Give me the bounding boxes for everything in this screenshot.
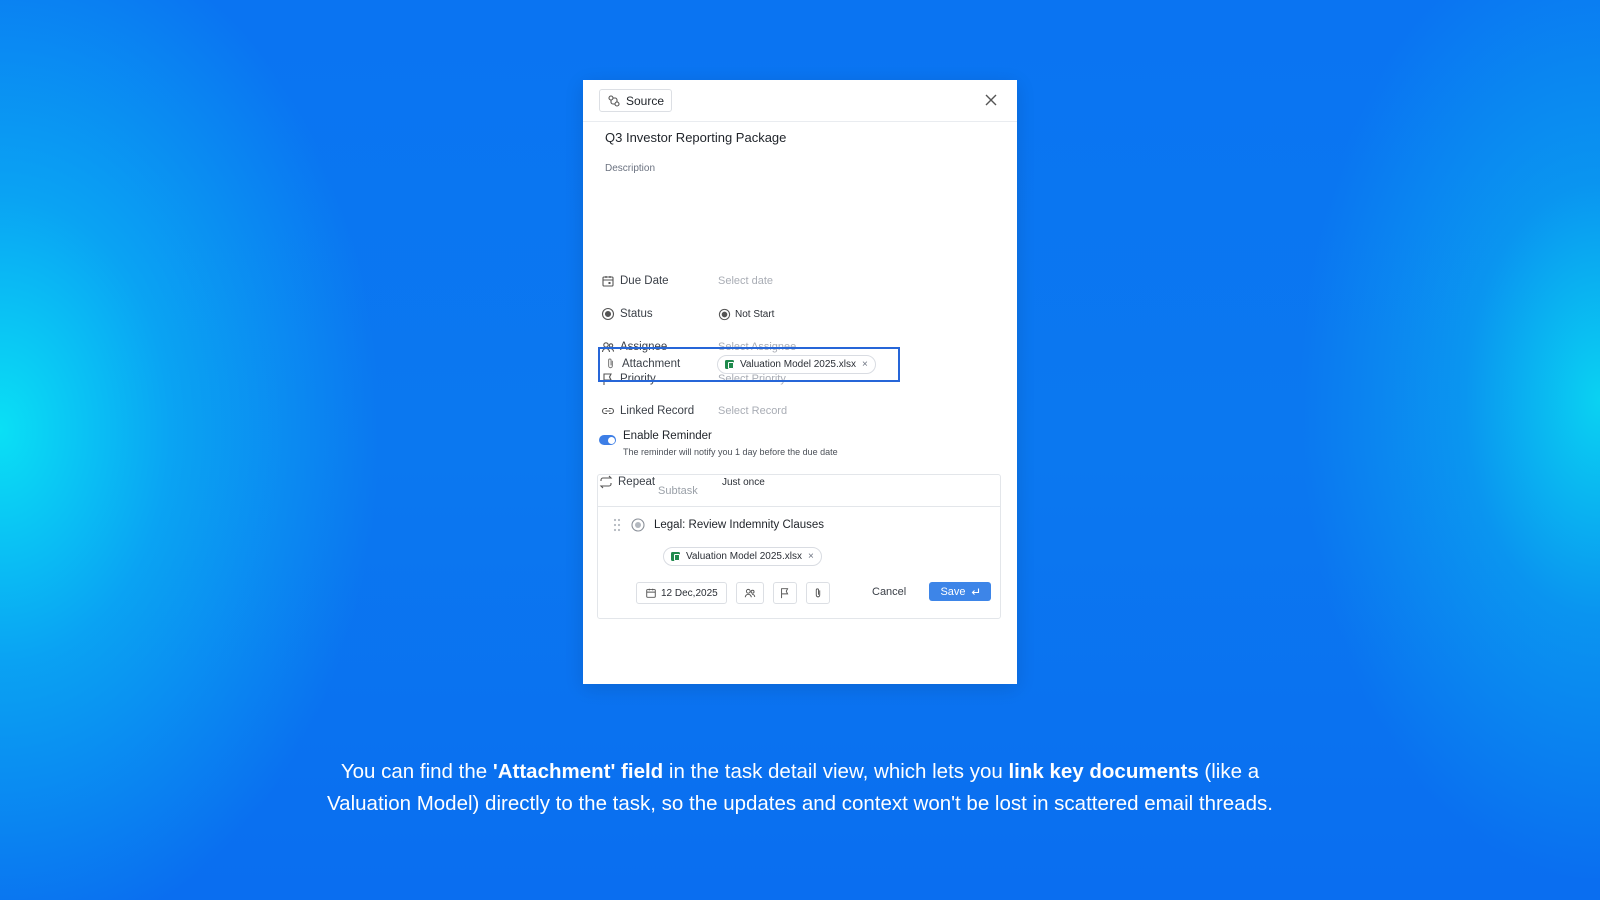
- remove-subtask-attachment-icon[interactable]: ×: [808, 551, 814, 562]
- source-icon: [608, 94, 620, 107]
- due-date-picker[interactable]: Select date: [718, 275, 773, 287]
- reminder-title: Enable Reminder: [623, 430, 712, 442]
- status-label: Status: [620, 308, 653, 320]
- status-value: Not Start: [735, 308, 775, 320]
- reminder-subtitle: The reminder will notify you 1 day befor…: [623, 447, 838, 457]
- subtask-file-chip[interactable]: Valuation Model 2025.xlsx ×: [663, 547, 822, 566]
- subtask-date: 12 Dec,2025: [661, 587, 718, 599]
- subtask-input[interactable]: Subtask: [658, 485, 698, 497]
- status-row: Status Not Start: [601, 303, 981, 325]
- subtask-text[interactable]: Legal: Review Indemnity Clauses: [654, 519, 824, 531]
- attachment-file-name: Valuation Model 2025.xlsx: [740, 359, 856, 370]
- attachment-label: Attachment: [622, 357, 681, 370]
- task-detail-modal: Source Q3 Investor Reporting Package Des…: [583, 80, 1017, 684]
- enter-icon: [971, 588, 979, 595]
- attachment-field[interactable]: Attachment Valuation Model 2025.xlsx ×: [598, 347, 900, 382]
- subtask-toolbar: 12 Dec,2025: [636, 582, 830, 604]
- calendar-icon: [646, 588, 656, 598]
- paperclip-icon: [608, 358, 613, 369]
- drag-handle-icon[interactable]: [612, 518, 622, 532]
- due-date-label: Due Date: [620, 275, 669, 287]
- subtask-item: Legal: Review Indemnity Clauses: [612, 518, 824, 532]
- cancel-button[interactable]: Cancel: [872, 586, 906, 598]
- status-icon: [601, 307, 615, 321]
- source-label: Source: [626, 93, 665, 108]
- caption: You can find the 'Attachment' field in t…: [0, 756, 1600, 820]
- caption-line-2: Valuation Model) directly to the task, s…: [327, 792, 1273, 815]
- remove-attachment-icon[interactable]: ×: [862, 359, 868, 370]
- subtask-header[interactable]: Subtask: [598, 475, 1000, 507]
- excel-file-icon: [671, 552, 680, 561]
- status-select[interactable]: Not Start: [718, 308, 774, 321]
- reminder-toggle[interactable]: [599, 435, 616, 445]
- attachment-file-chip[interactable]: Valuation Model 2025.xlsx ×: [717, 355, 876, 374]
- paperclip-icon: [815, 588, 820, 598]
- caption-line-1: You can find the 'Attachment' field in t…: [340, 760, 1260, 783]
- calendar-icon: [602, 276, 614, 287]
- status-dot-icon: [718, 308, 731, 320]
- save-button[interactable]: Save: [929, 582, 991, 601]
- task-title[interactable]: Q3 Investor Reporting Package: [605, 130, 786, 145]
- subtask-status-icon[interactable]: [631, 518, 645, 532]
- flag-icon: [780, 588, 789, 599]
- subtask-attach-button[interactable]: [805, 582, 830, 604]
- subtask-assignee-button[interactable]: [735, 582, 764, 604]
- users-icon: [744, 588, 755, 598]
- subtask-priority-button[interactable]: [772, 582, 797, 604]
- due-date-row: Due Date Select date: [601, 270, 981, 292]
- subtask-file-name: Valuation Model 2025.xlsx: [686, 551, 802, 562]
- modal-header: Source: [583, 80, 1017, 122]
- save-label: Save: [940, 585, 966, 598]
- subtask-date-button[interactable]: 12 Dec,2025: [636, 582, 727, 604]
- source-button[interactable]: Source: [599, 89, 673, 112]
- close-icon[interactable]: [983, 92, 999, 108]
- subtask-card: Subtask Legal: Review Indemnity Clauses …: [597, 474, 1001, 619]
- excel-file-icon: [725, 360, 734, 369]
- description-field[interactable]: Description: [605, 163, 655, 174]
